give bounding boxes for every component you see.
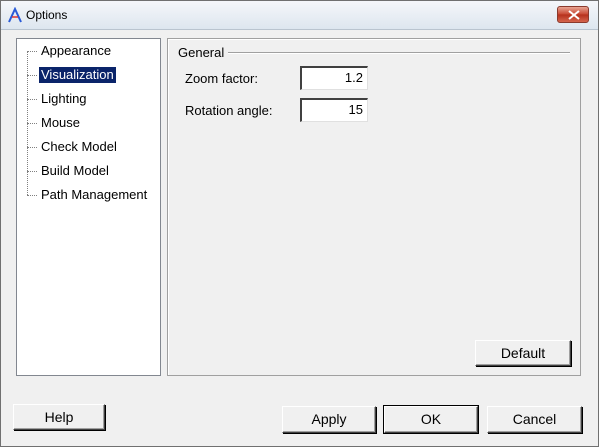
tree-branch [27,171,37,172]
tree-branch [27,75,37,76]
tree-item-label: Path Management [41,187,148,202]
tree-item-label: Visualization [39,67,116,83]
close-button[interactable] [557,6,589,23]
app-logo-icon [7,6,23,23]
close-icon [568,10,580,20]
default-button[interactable]: Default [475,340,571,366]
group-divider [228,52,570,54]
window-title: Options [26,8,68,22]
tree-item-build-model[interactable]: Build Model [17,161,157,181]
tree-item-lighting[interactable]: Lighting [17,89,157,109]
group-title: General [178,45,225,60]
tree-branch [27,123,37,124]
title-bar: Options [1,1,598,30]
tree-item-appearance[interactable]: Appearance [17,41,157,61]
settings-panel: General Zoom factor: 1.2 Rotation angle:… [167,38,581,376]
tree-item-path-management[interactable]: Path Management [17,185,157,205]
help-button[interactable]: Help [13,404,105,430]
apply-button[interactable]: Apply [282,406,376,433]
options-tree[interactable]: Appearance Visualization Lighting Mouse … [16,38,161,376]
tree-branch [27,195,37,196]
tree-item-label: Appearance [41,43,112,58]
zoom-factor-input[interactable]: 1.2 [300,66,368,90]
tree-item-label: Build Model [41,163,109,178]
tree-item-check-model[interactable]: Check Model [17,137,157,157]
tree-branch [27,51,37,52]
tree-item-label: Check Model [41,139,117,154]
zoom-factor-label: Zoom factor: [185,71,258,86]
tree-item-mouse[interactable]: Mouse [17,113,157,133]
rotation-angle-label: Rotation angle: [185,103,273,118]
tree-branch [27,99,37,100]
tree-branch [27,147,37,148]
tree-item-visualization[interactable]: Visualization [17,65,157,85]
options-dialog: Options Appearance Visualization Lightin… [0,0,599,447]
ok-button[interactable]: OK [383,405,479,434]
tree-item-label: Mouse [41,115,81,130]
tree-item-label: Lighting [41,91,87,106]
rotation-angle-input[interactable]: 15 [300,98,368,122]
cancel-button[interactable]: Cancel [487,406,582,433]
